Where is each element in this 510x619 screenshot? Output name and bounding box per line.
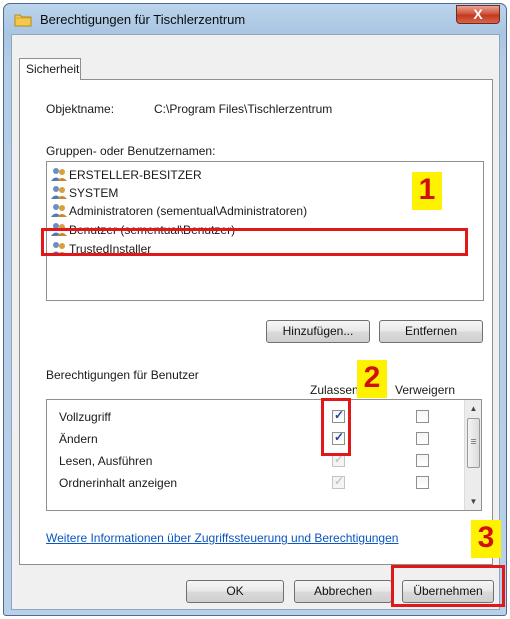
permission-name: Ändern: [59, 432, 98, 446]
users-icon: [51, 186, 67, 199]
title-bar[interactable]: Berechtigungen für Tischlerzentrum X: [4, 4, 506, 34]
object-name-value: C:\Program Files\Tischlerzentrum: [154, 102, 333, 116]
users-icon: [51, 168, 67, 181]
marker-1: 1: [412, 172, 442, 210]
permission-name: Ordnerinhalt anzeigen: [59, 476, 178, 490]
ok-button[interactable]: OK: [186, 580, 284, 603]
highlight-box-selected-user: [41, 228, 468, 256]
dialog-body: Sicherheit Objektname: C:\Program Files\…: [11, 34, 500, 610]
scroll-up-icon[interactable]: ▲: [465, 400, 481, 417]
allow-column-header: Zulassen: [310, 383, 359, 397]
checkmark-icon: ✓: [334, 474, 345, 488]
scroll-thumb[interactable]: [467, 418, 480, 468]
scroll-down-icon[interactable]: ▼: [465, 493, 481, 510]
permissions-dialog: Berechtigungen für Tischlerzentrum X Sic…: [3, 3, 507, 616]
deny-checkbox[interactable]: [416, 410, 429, 423]
group-name: Administratoren (sementual\Administrator…: [69, 204, 308, 218]
list-item[interactable]: SYSTEM: [51, 184, 471, 201]
close-button[interactable]: X: [456, 5, 500, 24]
deny-checkbox[interactable]: [416, 476, 429, 489]
group-name: ERSTELLER-BESITZER: [69, 168, 202, 182]
highlight-box-allow: [321, 398, 351, 456]
list-item[interactable]: ERSTELLER-BESITZER: [51, 166, 471, 183]
window-title: Berechtigungen für Tischlerzentrum: [40, 12, 246, 27]
deny-checkbox[interactable]: [416, 454, 429, 467]
remove-button[interactable]: Entfernen: [379, 320, 483, 343]
marker-3: 3: [471, 520, 501, 558]
add-button[interactable]: Hinzufügen...: [266, 320, 370, 343]
permissions-label: Berechtigungen für Benutzer: [46, 368, 199, 382]
permission-row: Lesen, Ausführen ✓: [47, 450, 455, 472]
permission-name: Lesen, Ausführen: [59, 454, 153, 468]
cancel-button[interactable]: Abbrechen: [294, 580, 392, 603]
group-name: SYSTEM: [69, 186, 119, 200]
permission-name: Vollzugriff: [59, 410, 111, 424]
list-item[interactable]: Administratoren (sementual\Administrator…: [51, 202, 471, 219]
tab-security[interactable]: Sicherheit: [19, 58, 81, 80]
grip-icon: [471, 439, 476, 440]
info-link[interactable]: Weitere Informationen über Zugriffssteue…: [46, 531, 398, 545]
deny-checkbox[interactable]: [416, 432, 429, 445]
deny-column-header: Verweigern: [395, 383, 456, 397]
object-name-label: Objektname:: [46, 102, 115, 116]
groups-label: Gruppen- oder Benutzernamen:: [46, 144, 216, 158]
allow-checkbox-inherited: ✓: [332, 474, 345, 489]
permission-row: Ordnerinhalt anzeigen ✓: [47, 472, 455, 494]
highlight-box-apply: [391, 565, 505, 607]
users-icon: [51, 204, 67, 217]
permissions-list: Vollzugriff ✓ Ändern ✓ Lesen, Ausführen …: [46, 399, 482, 511]
marker-2: 2: [357, 360, 387, 398]
permissions-scrollbar[interactable]: ▲ ▼: [464, 400, 481, 510]
permission-row: Vollzugriff ✓: [47, 406, 455, 428]
folder-icon: [14, 14, 32, 27]
permission-row: Ändern ✓: [47, 428, 455, 450]
